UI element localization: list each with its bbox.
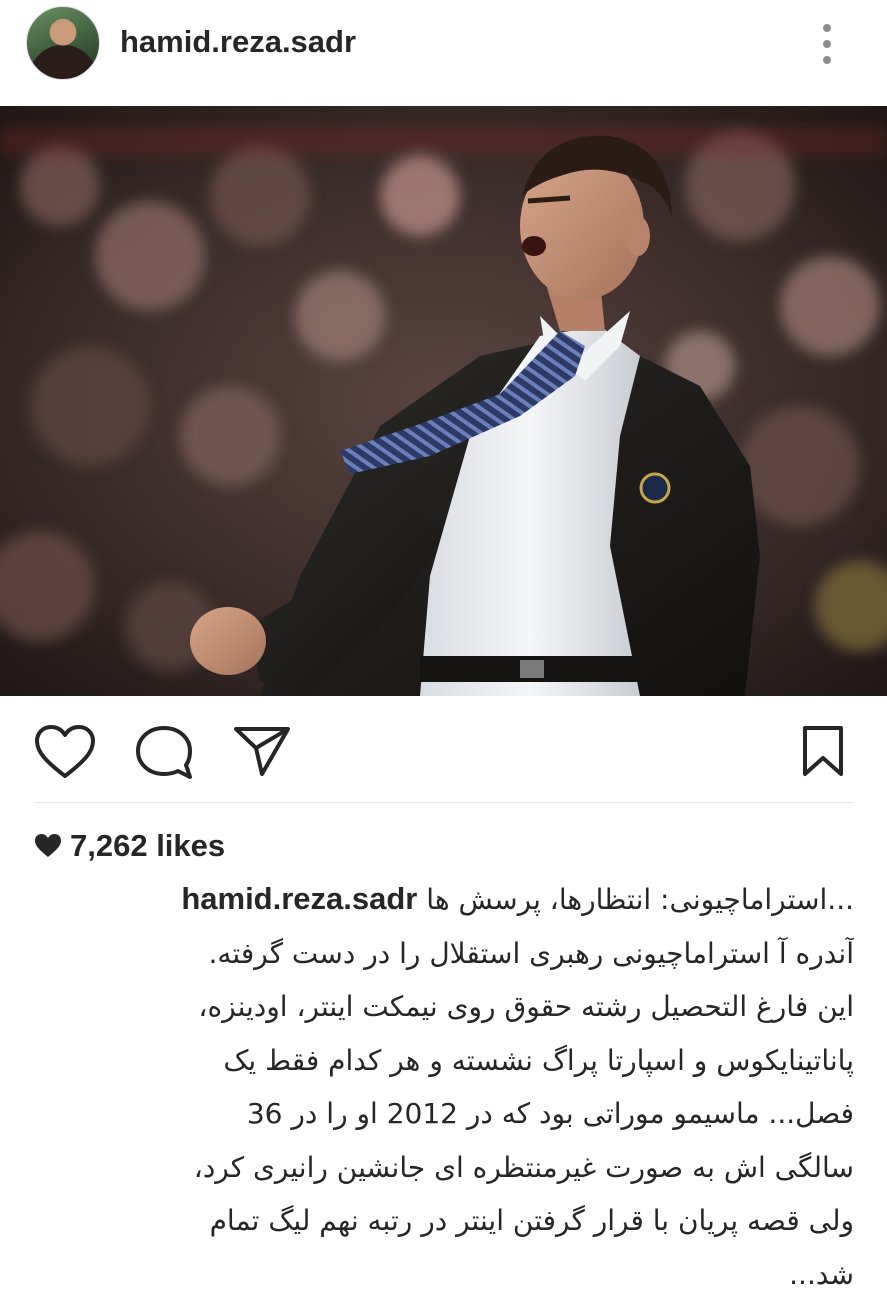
- caption-line: سالگی اش به صورت غیرمنتظره ای جانشین ران…: [34, 1141, 854, 1195]
- post-header: hamid.reza.sadr: [0, 0, 887, 106]
- action-bar: [0, 696, 887, 804]
- caption-line: شد...: [34, 1248, 854, 1301]
- heart-icon[interactable]: [34, 724, 96, 780]
- avatar[interactable]: [26, 6, 100, 80]
- post-username[interactable]: hamid.reza.sadr: [120, 22, 356, 62]
- caption-line: ...استراماچیونی: انتظارها، پرسش ها hamid…: [34, 872, 854, 927]
- caption-line: این فارغ التحصیل رشته حقوق روی نیمکت این…: [34, 980, 854, 1034]
- more-vertical-icon[interactable]: [814, 20, 840, 68]
- caption-line: فصل... ماسیمو موراتی بود که در 2012 او ر…: [34, 1087, 854, 1141]
- caption-line: آندره آ استراماچیونی رهبری استقلال را در…: [34, 927, 854, 981]
- paper-plane-icon[interactable]: [232, 724, 292, 778]
- likes-label: 7,262 likes: [70, 828, 225, 864]
- caption-line: ولی قصه پریان با قرار گرفتن اینتر در رتب…: [34, 1194, 854, 1248]
- caption-line: پاناتینایکوس و اسپارتا پراگ نشسته و هر ک…: [34, 1034, 854, 1088]
- divider: [34, 802, 854, 803]
- post-photo[interactable]: [0, 106, 887, 696]
- post-caption: ...استراماچیونی: انتظارها، پرسش ها hamid…: [34, 872, 854, 1301]
- likes-count[interactable]: 7,262 likes: [34, 826, 225, 866]
- post-photo-image: [0, 106, 887, 696]
- caption-text: ...استراماچیونی: انتظارها، پرسش ها: [426, 883, 854, 916]
- caption-username[interactable]: hamid.reza.sadr: [181, 881, 417, 916]
- heart-filled-icon: [34, 833, 62, 859]
- bookmark-icon[interactable]: [800, 724, 846, 778]
- comment-bubble-icon[interactable]: [134, 724, 194, 782]
